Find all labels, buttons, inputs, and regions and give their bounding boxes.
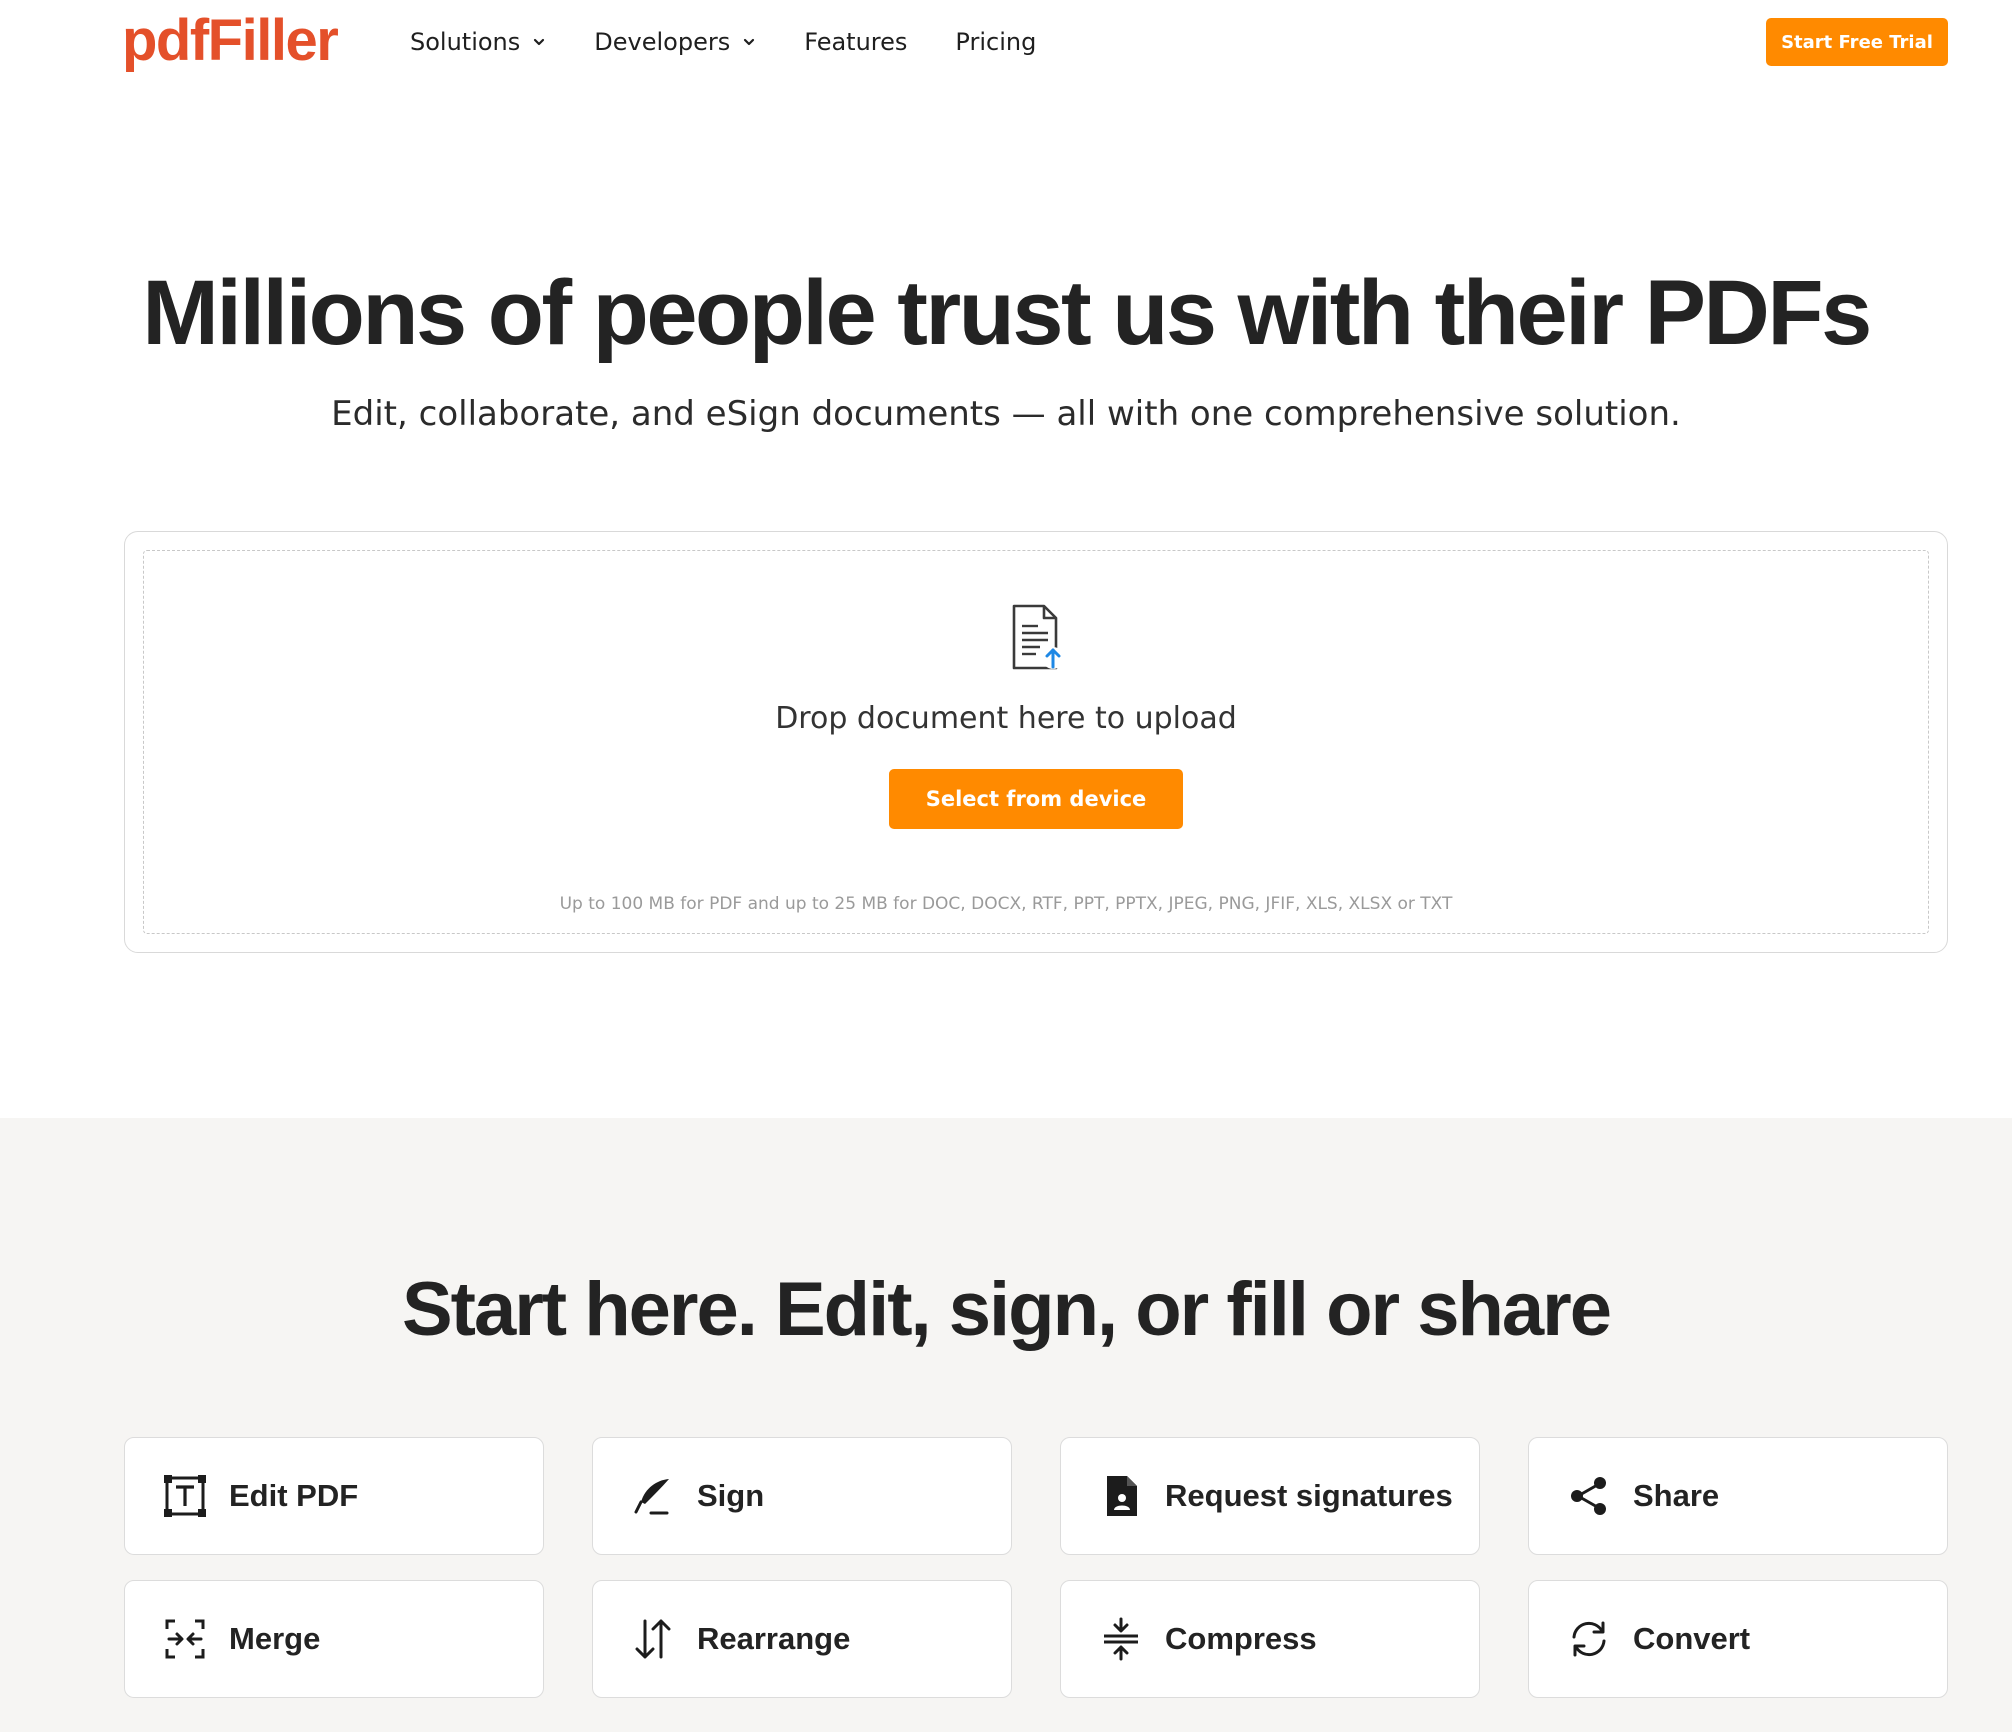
tool-card-edit-pdf[interactable]: Edit PDF	[124, 1437, 544, 1555]
tool-label: Edit PDF	[229, 1478, 359, 1513]
nav-item-label: Pricing	[955, 28, 1037, 56]
nav-item-solutions[interactable]: Solutions	[410, 28, 546, 56]
tool-label: Rearrange	[697, 1621, 851, 1656]
start-free-trial-button[interactable]: Start Free Trial	[1766, 18, 1948, 66]
main-nav: Solutions Developers Features Pricing	[410, 22, 1084, 62]
chevron-down-icon	[534, 38, 545, 46]
nav-item-label: Solutions	[410, 28, 521, 56]
tools-section-title: Start here. Edit, sign, or fill or share	[401, 1267, 1612, 1352]
tool-card-convert[interactable]: Convert	[1528, 1580, 1948, 1698]
nav-item-label: Features	[804, 28, 908, 56]
text-edit-icon	[163, 1474, 207, 1518]
tool-card-share[interactable]: Share	[1528, 1437, 1948, 1555]
hero-title: Millions of people trust us with their P…	[142, 262, 1872, 364]
tool-label: Merge	[229, 1621, 321, 1656]
tool-card-sign[interactable]: Sign	[592, 1437, 1012, 1555]
tool-label: Share	[1633, 1478, 1720, 1513]
merge-icon	[163, 1617, 207, 1661]
upload-dropzone[interactable]	[124, 531, 1948, 953]
rearrange-arrows-icon	[631, 1617, 675, 1661]
nav-item-pricing[interactable]: Pricing	[955, 28, 1036, 56]
convert-arrows-icon	[1567, 1617, 1611, 1661]
tool-card-compress[interactable]: Compress	[1060, 1580, 1480, 1698]
nav-item-developers[interactable]: Developers	[594, 28, 756, 56]
pen-nib-icon	[631, 1474, 675, 1518]
site-header: pdfFiller Solutions Developers Features …	[0, 0, 2012, 86]
signature-request-icon	[1099, 1474, 1143, 1518]
tool-card-rearrange[interactable]: Rearrange	[592, 1580, 1012, 1698]
pdffiller-logo[interactable]: pdfFiller	[122, 10, 339, 72]
tool-card-request-signatures[interactable]: Request signatures	[1060, 1437, 1480, 1555]
tool-label: Request signatures	[1165, 1478, 1453, 1513]
compress-icon	[1099, 1617, 1143, 1661]
hero-subtitle: Edit, collaborate, and eSign documents —…	[331, 394, 1681, 434]
nav-item-label: Developers	[594, 28, 731, 56]
upload-drop-text: Drop document here to upload	[775, 701, 1237, 736]
upload-limits-text: Up to 100 MB for PDF and up to 25 MB for…	[559, 894, 1453, 914]
tool-label: Sign	[697, 1478, 765, 1513]
select-from-device-button[interactable]: Select from device	[889, 769, 1183, 829]
tool-label: Compress	[1165, 1621, 1317, 1656]
nav-item-features[interactable]: Features	[804, 28, 907, 56]
tool-card-merge[interactable]: Merge	[124, 1580, 544, 1698]
tool-label: Convert	[1633, 1621, 1751, 1656]
chevron-down-icon	[744, 38, 755, 46]
share-icon	[1567, 1474, 1611, 1518]
document-upload-icon	[1012, 604, 1064, 670]
